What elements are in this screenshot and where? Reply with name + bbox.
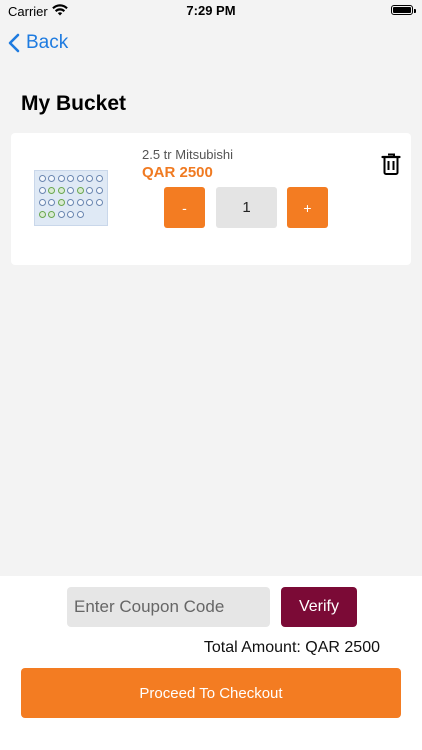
- total-amount: Total Amount: QAR 2500: [203, 639, 380, 656]
- increase-quantity-button[interactable]: +: [287, 187, 328, 228]
- verify-coupon-button[interactable]: Verify: [281, 587, 357, 627]
- checkout-panel: Verify Total Amount: QAR 2500 Proceed To…: [0, 576, 422, 750]
- product-name: 2.5 tr Mitsubishi: [142, 147, 234, 162]
- product-price: QAR 2500: [142, 164, 213, 181]
- product-image: [34, 170, 108, 226]
- status-bar: Carrier 7:29 PM: [0, 0, 422, 22]
- page-title: My Bucket: [21, 92, 127, 115]
- cart-item-card: 2.5 tr Mitsubishi QAR 2500 - 1 +: [11, 133, 411, 265]
- battery-icon: [391, 5, 416, 15]
- back-button[interactable]: Back: [8, 30, 68, 56]
- status-time: 7:29 PM: [186, 3, 236, 18]
- coupon-code-input[interactable]: [67, 587, 270, 627]
- quantity-value: 1: [216, 187, 277, 228]
- proceed-to-checkout-button[interactable]: Proceed To Checkout: [21, 668, 401, 718]
- chevron-left-icon: [8, 33, 20, 53]
- trash-icon[interactable]: [381, 153, 401, 175]
- back-label: Back: [26, 32, 69, 53]
- decrease-quantity-button[interactable]: -: [164, 187, 205, 228]
